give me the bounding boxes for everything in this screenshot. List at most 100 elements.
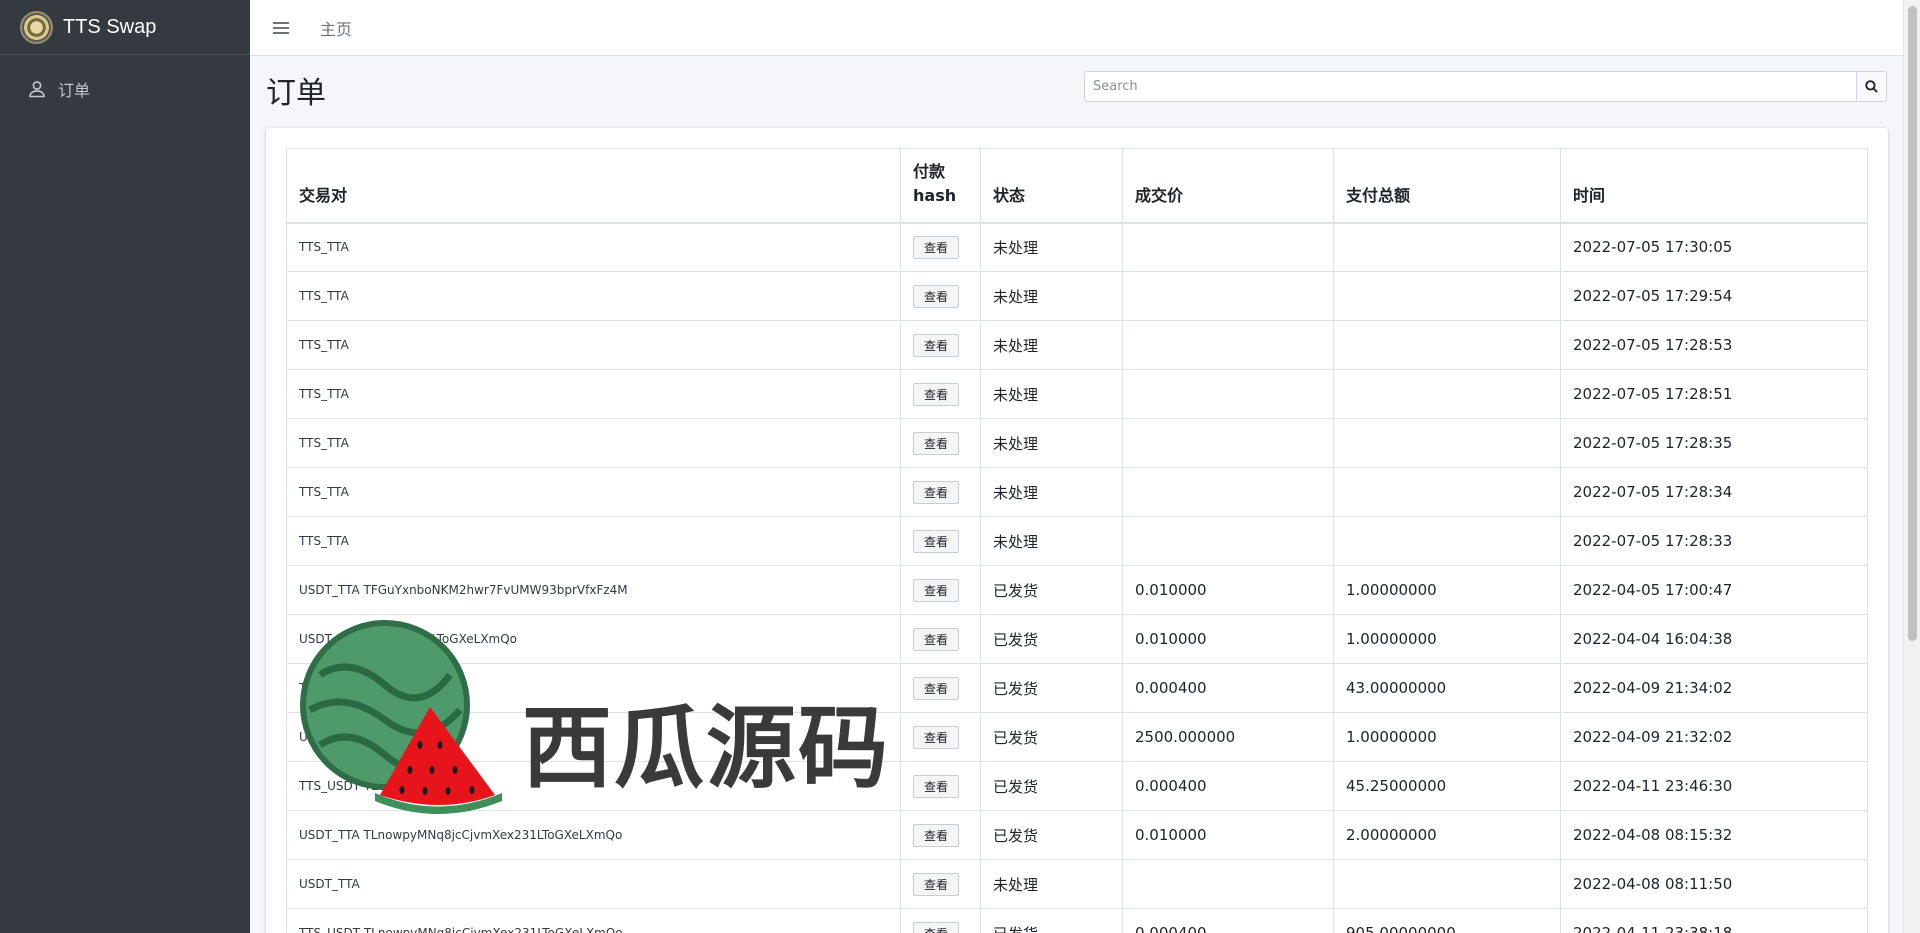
cell-price xyxy=(1122,467,1334,517)
view-hash-button[interactable]: 查看 xyxy=(913,235,960,259)
column-header-hash-line1: 付款 xyxy=(913,161,946,181)
cell-status: 未处理 xyxy=(980,418,1123,468)
cell-time: 2022-04-05 17:00:47 xyxy=(1560,565,1868,615)
cell-amount xyxy=(1333,859,1561,909)
cell-hash: 查看 xyxy=(900,418,981,468)
view-hash-button[interactable]: 查看 xyxy=(913,333,960,357)
cell-hash: 查看 xyxy=(900,271,981,321)
cell-pair: USDT_TTA TFGuYxnboNKM2hwr7FvUMW93bprVfxF… xyxy=(286,565,901,615)
column-header-price: 成交价 xyxy=(1122,148,1334,224)
cell-status: 已发货 xyxy=(980,761,1123,811)
column-header-amount: 支付总额 xyxy=(1333,148,1561,224)
table-header-row: 交易对 付款 hash 状态 成交价 支付总额 时间 xyxy=(286,148,1868,224)
cell-amount: 45.25000000 xyxy=(1333,761,1561,811)
view-hash-button[interactable]: 查看 xyxy=(913,284,960,308)
view-hash-button[interactable]: 查看 xyxy=(913,872,960,896)
cell-time: 2022-04-11 23:46:30 xyxy=(1560,761,1868,811)
search-input[interactable] xyxy=(1084,71,1856,102)
cell-price: 2500.000000 xyxy=(1122,712,1334,762)
view-hash-button[interactable]: 查看 xyxy=(913,676,960,700)
cell-hash: 查看 xyxy=(900,467,981,517)
cell-amount: 1.00000000 xyxy=(1333,712,1561,762)
cell-time: 2022-04-08 08:15:32 xyxy=(1560,810,1868,860)
cell-status: 已发货 xyxy=(980,614,1123,664)
table-row: US 查看 已发货 2500.000000 1.00000000 2022-04-09 2… xyxy=(286,712,1868,762)
cell-price xyxy=(1122,418,1334,468)
menu-toggle-button[interactable] xyxy=(266,13,296,43)
table-row: USDT_TTA TFGuYxnboNKM2hwr7FvUMW93bprVfxF… xyxy=(286,565,1868,615)
cell-price: 0.010000 xyxy=(1122,614,1334,664)
home-link[interactable]: 主页 xyxy=(320,16,352,40)
cell-hash: 查看 xyxy=(900,810,981,860)
table-row: TTS_TTA 查看 未处理 2022-07-05 17:28:53 xyxy=(286,320,1868,370)
cell-pair: USDT_TTA TLnowpyMNq8jcCjvmXex231LToGXeLX… xyxy=(286,810,901,860)
cell-status: 已发货 xyxy=(980,565,1123,615)
cell-price: 0.010000 xyxy=(1122,565,1334,615)
search-button[interactable] xyxy=(1856,71,1887,102)
cell-time: 2022-04-08 08:11:50 xyxy=(1560,859,1868,909)
cell-pair: TTS_TTA xyxy=(286,222,901,272)
cell-pair: TTS_USDT TLnowpyMNq8jcCjvmXex231LToGXeLX… xyxy=(286,908,901,933)
sidebar-item-label: 订单 xyxy=(58,81,91,100)
page-title: 订单 xyxy=(266,76,326,111)
view-hash-button[interactable]: 查看 xyxy=(913,725,960,749)
view-hash-button[interactable]: 查看 xyxy=(913,431,960,455)
column-header-hash-line2: hash xyxy=(913,185,957,205)
table-row: TTS_TTA 查看 未处理 2022-07-05 17:30:05 xyxy=(286,222,1868,272)
cell-hash: 查看 xyxy=(900,712,981,762)
view-hash-button[interactable]: 查看 xyxy=(913,823,960,847)
cell-amount xyxy=(1333,369,1561,419)
cell-amount xyxy=(1333,516,1561,566)
cell-hash: 查看 xyxy=(900,859,981,909)
search-form xyxy=(1084,71,1887,102)
sidebar-item-orders[interactable]: 订单 xyxy=(0,69,250,109)
brand-link[interactable]: TTS Swap xyxy=(0,0,250,55)
cell-pair: USDT_TTA xyxy=(286,859,901,909)
cell-time: 2022-07-05 17:28:53 xyxy=(1560,320,1868,370)
cell-status: 未处理 xyxy=(980,222,1123,272)
cell-status: 已发货 xyxy=(980,712,1123,762)
table-row: TTS_TTA 查看 未处理 2022-07-05 17:28:34 xyxy=(286,467,1868,517)
cell-price xyxy=(1122,516,1334,566)
cell-time: 2022-07-05 17:30:05 xyxy=(1560,222,1868,272)
cell-price xyxy=(1122,859,1334,909)
view-hash-button[interactable]: 查看 xyxy=(913,578,960,602)
view-hash-button[interactable]: 查看 xyxy=(913,627,960,651)
table-row: USDT_TT CjvmXex231LToGXeLXmQo 查看 已发货 0.0100… xyxy=(286,614,1868,664)
cell-status: 未处理 xyxy=(980,467,1123,517)
cell-pair: TTS_TTA xyxy=(286,418,901,468)
cell-time: 2022-04-09 21:34:02 xyxy=(1560,663,1868,713)
cell-status: 已发货 xyxy=(980,908,1123,933)
cell-hash: 查看 xyxy=(900,369,981,419)
cell-status: 已发货 xyxy=(980,663,1123,713)
cell-pair: TT xyxy=(286,663,901,713)
cell-price: 0.000400 xyxy=(1122,908,1334,933)
view-hash-button[interactable]: 查看 xyxy=(913,529,960,553)
cell-hash: 查看 xyxy=(900,222,981,272)
view-hash-button[interactable]: 查看 xyxy=(913,921,960,933)
cell-time: 2022-07-05 17:28:34 xyxy=(1560,467,1868,517)
cell-hash: 查看 xyxy=(900,320,981,370)
search-icon xyxy=(1865,80,1878,93)
cell-time: 2022-07-05 17:28:51 xyxy=(1560,369,1868,419)
cell-pair: US xyxy=(286,712,901,762)
table-row: TTS_TTA 查看 未处理 2022-07-05 17:28:51 xyxy=(286,369,1868,419)
column-header-pair: 交易对 xyxy=(286,148,901,224)
cell-hash: 查看 xyxy=(900,761,981,811)
scrollbar-thumb[interactable] xyxy=(1908,6,1917,641)
view-hash-button[interactable]: 查看 xyxy=(913,382,960,406)
brand-logo xyxy=(20,10,53,44)
table-row: USDT_TTA 查看 未处理 2022-04-08 08:11:50 xyxy=(286,859,1868,909)
cell-price: 0.010000 xyxy=(1122,810,1334,860)
view-hash-button[interactable]: 查看 xyxy=(913,480,960,504)
cell-hash: 查看 xyxy=(900,663,981,713)
hamburger-icon xyxy=(273,21,289,34)
cell-amount xyxy=(1333,320,1561,370)
cell-status: 未处理 xyxy=(980,320,1123,370)
view-hash-button[interactable]: 查看 xyxy=(913,774,960,798)
cell-status: 未处理 xyxy=(980,516,1123,566)
table-row: TTS_TTA 查看 未处理 2022-07-05 17:29:54 xyxy=(286,271,1868,321)
cell-price xyxy=(1122,222,1334,272)
page-scrollbar[interactable] xyxy=(1903,0,1920,933)
cell-time: 2022-04-11 23:38:18 xyxy=(1560,908,1868,933)
